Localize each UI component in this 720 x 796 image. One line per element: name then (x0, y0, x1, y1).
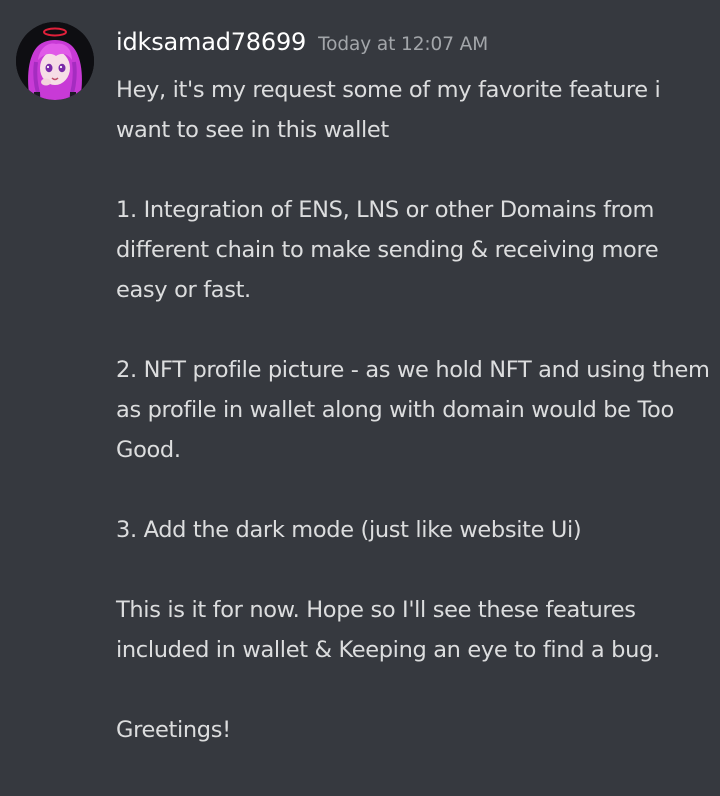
message-body: Hey, it's my request some of my favorite… (116, 70, 712, 750)
message-paragraph-intro: Hey, it's my request some of my favorite… (116, 77, 661, 143)
avatar[interactable] (16, 22, 94, 100)
username[interactable]: idksamad78699 (116, 28, 306, 56)
message-paragraph-feature-2: 2. NFT profile picture - as we hold NFT … (116, 357, 710, 463)
message-paragraph-greeting: Greetings! (116, 717, 231, 743)
message-content: idksamad78699 Today at 12:07 AM Hey, it'… (116, 28, 712, 750)
avatar-image (16, 22, 94, 100)
message-paragraph-feature-1: 1. Integration of ENS, LNS or other Doma… (116, 197, 659, 303)
chat-message: idksamad78699 Today at 12:07 AM Hey, it'… (0, 0, 720, 796)
message-header: idksamad78699 Today at 12:07 AM (116, 28, 712, 66)
timestamp: Today at 12:07 AM (318, 34, 489, 55)
message-paragraph-closing: This is it for now. Hope so I'll see the… (116, 597, 660, 663)
message-paragraph-feature-3: 3. Add the dark mode (just like website … (116, 517, 582, 543)
